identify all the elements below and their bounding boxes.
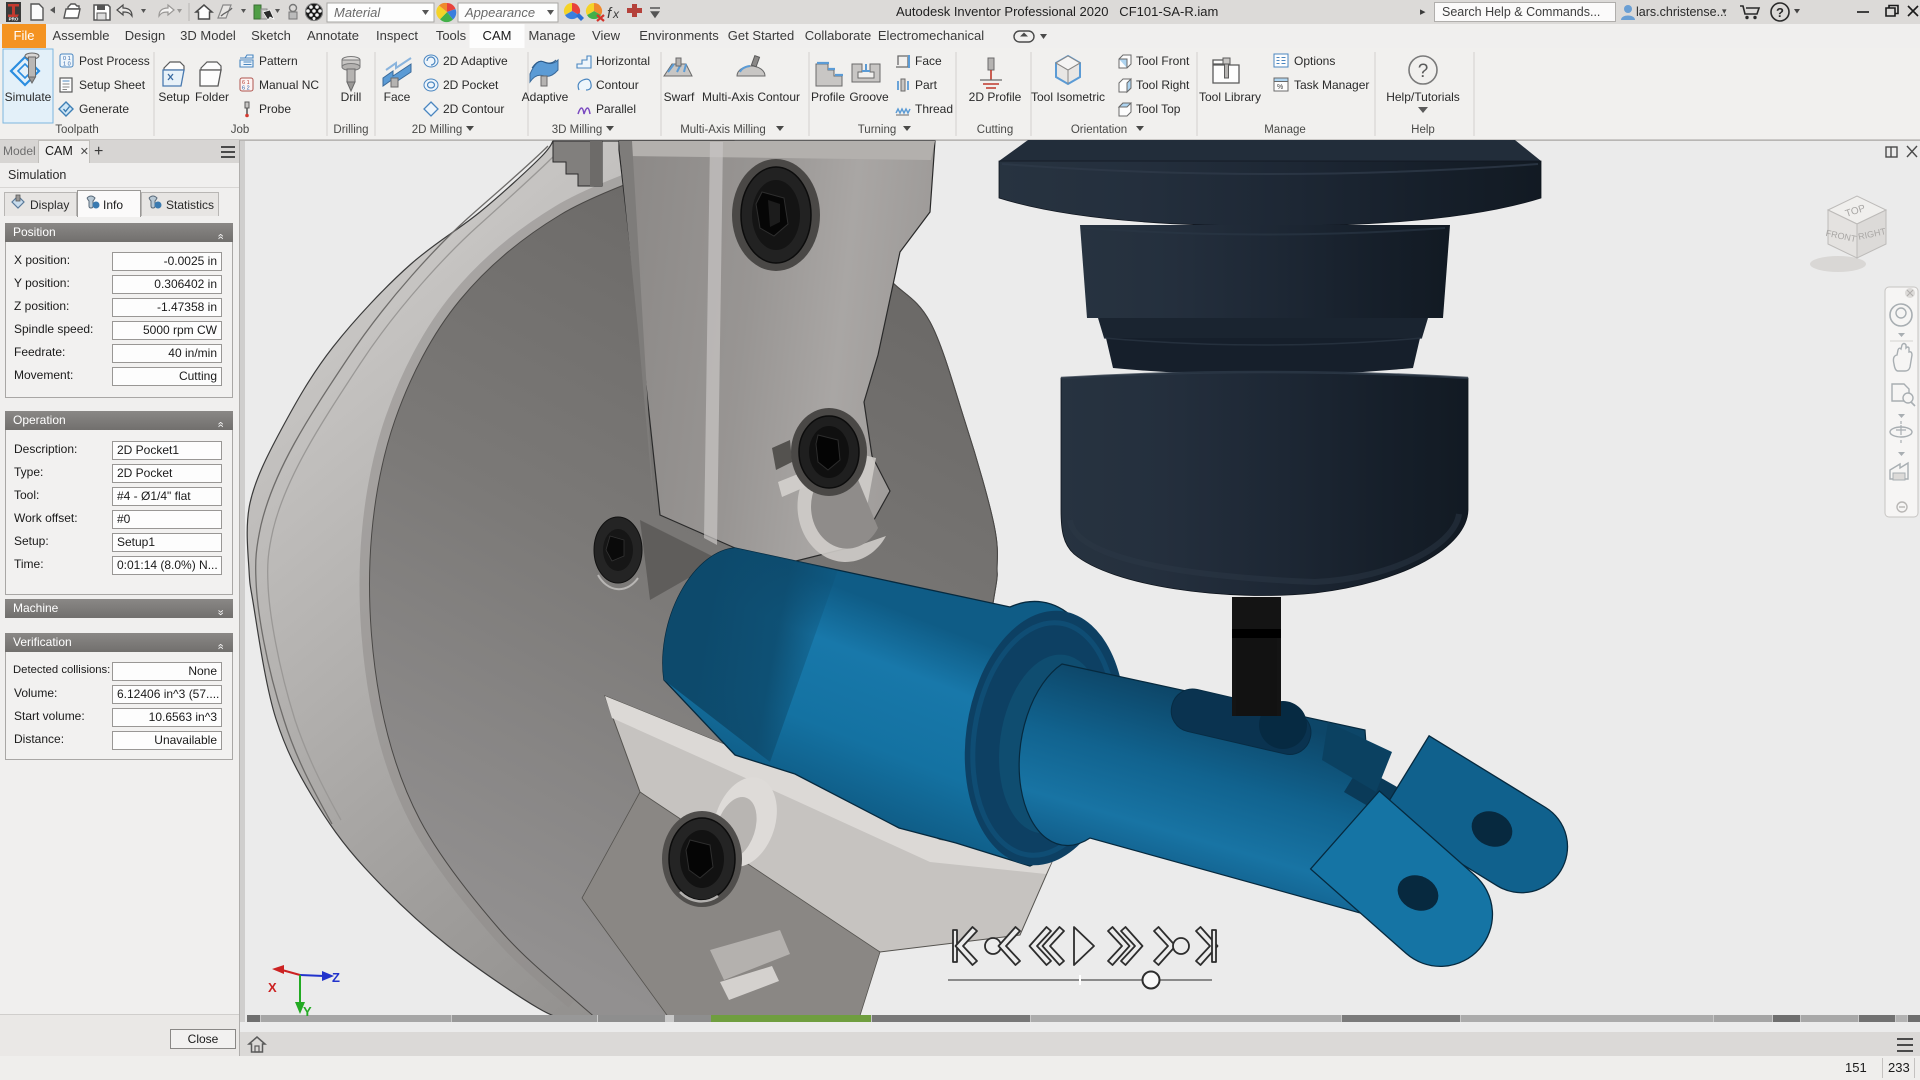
svg-text:Horizontal: Horizontal xyxy=(596,54,650,68)
svg-text:Material: Material xyxy=(334,5,381,20)
svg-text:Manage: Manage xyxy=(1264,124,1306,136)
svg-text:2D Adaptive: 2D Adaptive xyxy=(443,54,508,68)
svg-text:2D Milling: 2D Milling xyxy=(412,124,463,136)
svg-text:Generate: Generate xyxy=(79,102,129,116)
svg-text:X: X xyxy=(268,980,277,995)
svg-text:2D Pocket: 2D Pocket xyxy=(443,78,499,92)
svg-text:Tool Library: Tool Library xyxy=(1199,90,1261,104)
svg-text:Adaptive: Adaptive xyxy=(522,90,569,104)
svg-text:6 2: 6 2 xyxy=(242,86,250,92)
svg-text:1 0: 1 0 xyxy=(63,62,71,68)
svg-text:Drill: Drill xyxy=(341,90,362,104)
svg-text:Statistics: Statistics xyxy=(166,198,214,212)
svg-text:Multi-Axis Milling: Multi-Axis Milling xyxy=(680,124,766,136)
svg-text:Help/Tutorials: Help/Tutorials xyxy=(1386,90,1460,104)
svg-text:3D Milling: 3D Milling xyxy=(552,124,603,136)
svg-text:Manual NC: Manual NC xyxy=(259,78,319,92)
svg-text:PRO: PRO xyxy=(9,17,19,22)
svg-text:2D Contour: 2D Contour xyxy=(443,102,504,116)
svg-text:Simulate: Simulate xyxy=(5,90,52,104)
svg-text:Info: Info xyxy=(103,198,123,212)
svg-text:%: % xyxy=(1277,84,1283,91)
svg-text:Part: Part xyxy=(915,78,938,92)
svg-text:Post Process: Post Process xyxy=(79,54,150,68)
svg-text:Cutting: Cutting xyxy=(977,124,1013,136)
svg-text:Options: Options xyxy=(1294,54,1335,68)
svg-text:Help: Help xyxy=(1411,124,1435,136)
svg-text:Setup: Setup xyxy=(158,90,190,104)
svg-text:?: ? xyxy=(1776,5,1784,20)
svg-text:Swarf: Swarf xyxy=(664,90,695,104)
svg-text:Multi-Axis Contour: Multi-Axis Contour xyxy=(702,90,800,104)
svg-text:2D Profile: 2D Profile xyxy=(969,90,1022,104)
svg-text:Tool Front: Tool Front xyxy=(1136,54,1190,68)
svg-text:Parallel: Parallel xyxy=(596,102,636,116)
svg-text:Job: Job xyxy=(231,124,250,136)
svg-text:Appearance: Appearance xyxy=(464,5,535,20)
svg-text:Task Manager: Task Manager xyxy=(1294,78,1369,92)
svg-text:Probe: Probe xyxy=(259,102,291,116)
svg-text:Z: Z xyxy=(332,970,340,985)
svg-text:Pattern: Pattern xyxy=(259,54,298,68)
svg-text:Face: Face xyxy=(915,54,942,68)
svg-text:Tool Right: Tool Right xyxy=(1136,78,1190,92)
svg-text:Folder: Folder xyxy=(195,90,229,104)
svg-text:Tool Top: Tool Top xyxy=(1136,102,1181,116)
svg-text:Display: Display xyxy=(30,198,69,212)
svg-text:?: ? xyxy=(1418,61,1429,82)
svg-text:Setup Sheet: Setup Sheet xyxy=(79,78,146,92)
svg-text:Groove: Groove xyxy=(849,90,889,104)
svg-text:Orientation: Orientation xyxy=(1071,124,1127,136)
svg-text:Tool Isometric: Tool Isometric xyxy=(1031,90,1105,104)
svg-text:Turning: Turning xyxy=(858,124,897,136)
svg-text:Y: Y xyxy=(303,1004,312,1019)
svg-text:Thread: Thread xyxy=(915,102,953,116)
svg-text:Profile: Profile xyxy=(811,90,845,104)
svg-text:Face: Face xyxy=(384,90,411,104)
svg-text:x: x xyxy=(612,7,620,21)
svg-text:Contour: Contour xyxy=(596,78,639,92)
svg-text:Toolpath: Toolpath xyxy=(55,124,98,136)
svg-text:Drilling: Drilling xyxy=(333,124,368,136)
